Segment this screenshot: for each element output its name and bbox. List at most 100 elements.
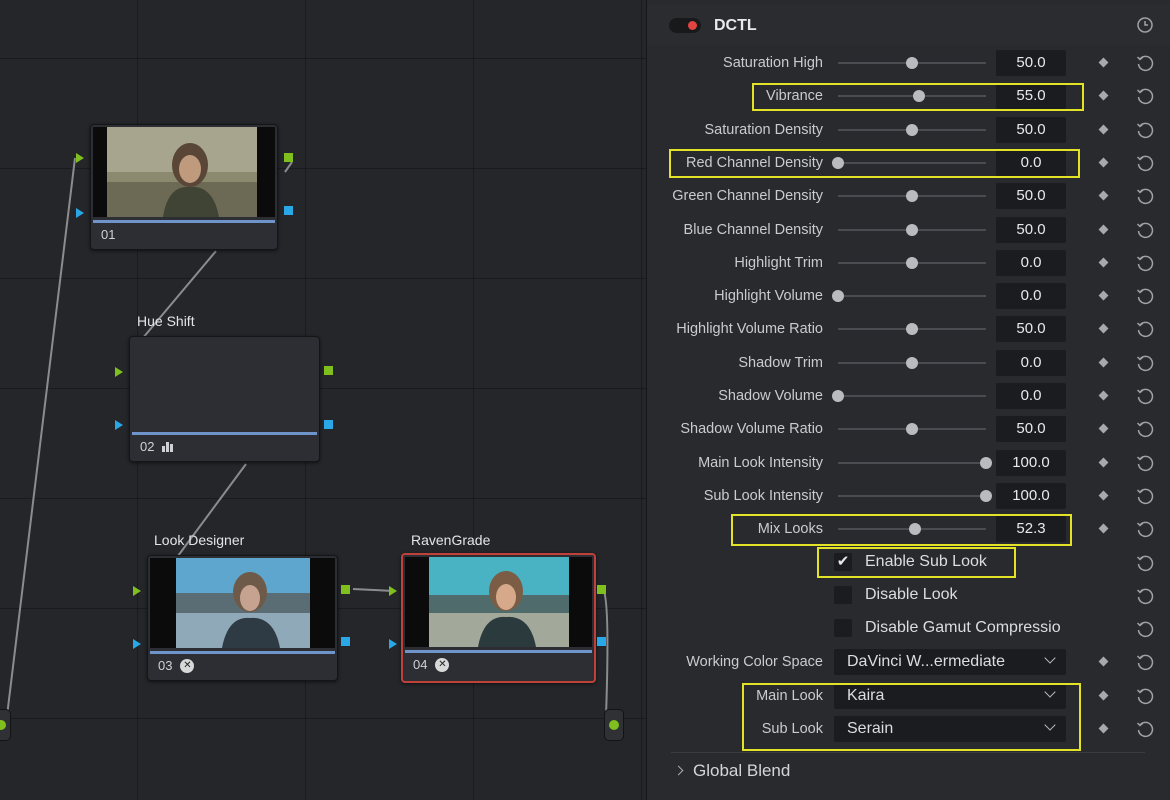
keyframe-diamond-icon[interactable]: [1098, 57, 1109, 68]
param-value-field[interactable]: 50.0: [996, 183, 1066, 210]
param-value-field[interactable]: 55.0: [996, 83, 1066, 110]
slider-knob[interactable]: [906, 256, 918, 269]
keyframe-diamond-icon[interactable]: [1098, 656, 1109, 667]
keyframe-diamond-icon[interactable]: [1098, 423, 1109, 434]
param-slider[interactable]: [838, 461, 986, 464]
param-value-field[interactable]: 50.0: [996, 316, 1066, 343]
reset-icon[interactable]: [1135, 286, 1155, 311]
node-graph[interactable]: 01 Hue Shift 02 Look Designer 03 ✕ Raven…: [0, 0, 646, 800]
dropdown-select[interactable]: DaVinci W...ermediate: [834, 649, 1066, 676]
reset-icon[interactable]: [1135, 419, 1155, 444]
reset-icon[interactable]: [1135, 453, 1155, 478]
checkbox-label[interactable]: Enable Sub Look: [865, 553, 987, 571]
slider-knob[interactable]: [906, 123, 918, 136]
node-04-rgb-output[interactable]: [597, 585, 606, 594]
node-03-rgb-output[interactable]: [341, 585, 350, 594]
reset-icon[interactable]: [1135, 719, 1155, 744]
node-03-alpha-input[interactable]: [133, 639, 141, 649]
param-value-field[interactable]: 52.3: [996, 516, 1066, 543]
slider-knob[interactable]: [906, 190, 918, 203]
enable-toggle[interactable]: [669, 18, 701, 33]
checkbox[interactable]: [834, 619, 852, 638]
param-value-field[interactable]: 50.0: [996, 416, 1066, 443]
keyframe-diamond-icon[interactable]: [1098, 290, 1109, 301]
node-03[interactable]: 03 ✕: [147, 555, 338, 681]
checkbox-label[interactable]: Disable Look: [865, 586, 958, 604]
reset-icon[interactable]: [1135, 53, 1155, 78]
source-input-endpoint[interactable]: [0, 709, 11, 741]
keyframe-diamond-icon[interactable]: [1098, 157, 1109, 168]
checkbox[interactable]: ✔: [834, 552, 852, 571]
param-value-field[interactable]: 0.0: [996, 149, 1066, 176]
node-04-alpha-output[interactable]: [597, 637, 606, 646]
node-02-alpha-output[interactable]: [324, 420, 333, 429]
checkbox-label[interactable]: Disable Gamut Compressio: [865, 619, 1061, 637]
keyframe-diamond-icon[interactable]: [1098, 390, 1109, 401]
reset-icon[interactable]: [1135, 686, 1155, 711]
dropdown-select[interactable]: Serain: [834, 716, 1066, 742]
node-03-alpha-output[interactable]: [341, 637, 350, 646]
slider-knob[interactable]: [980, 489, 992, 502]
param-value-field[interactable]: 0.0: [996, 249, 1066, 276]
keyframe-diamond-icon[interactable]: [1098, 723, 1109, 734]
param-slider[interactable]: [838, 494, 986, 497]
node-02-rgb-input[interactable]: [115, 367, 123, 377]
param-value-field[interactable]: 0.0: [996, 383, 1066, 409]
reset-icon[interactable]: [1135, 619, 1155, 644]
reset-icon[interactable]: [1135, 553, 1155, 578]
node-01[interactable]: 01: [90, 124, 278, 250]
node-02-alpha-input[interactable]: [115, 420, 123, 430]
keyframe-diamond-icon[interactable]: [1098, 490, 1109, 501]
keyframe-diamond-icon[interactable]: [1098, 690, 1109, 701]
keyframe-diamond-icon[interactable]: [1098, 190, 1109, 201]
param-value-field[interactable]: 50.0: [996, 50, 1066, 76]
param-value-field[interactable]: 0.0: [996, 349, 1066, 376]
keyframe-diamond-icon[interactable]: [1098, 457, 1109, 468]
param-slider[interactable]: [838, 95, 986, 98]
keyframe-diamond-icon[interactable]: [1098, 224, 1109, 234]
reset-icon[interactable]: [1135, 652, 1155, 677]
node-01-alpha-input[interactable]: [76, 208, 84, 218]
node-03-rgb-input[interactable]: [133, 586, 141, 596]
dropdown-select[interactable]: Kaira: [834, 682, 1066, 709]
node-01-rgb-output[interactable]: [284, 153, 293, 162]
slider-knob[interactable]: [906, 356, 918, 369]
reset-icon[interactable]: [1135, 120, 1155, 145]
keyframe-diamond-icon[interactable]: [1098, 90, 1109, 101]
slider-knob[interactable]: [913, 90, 926, 103]
param-value-field[interactable]: 0.0: [996, 283, 1066, 310]
param-value-field[interactable]: 100.0: [996, 482, 1066, 509]
reset-icon[interactable]: [1135, 186, 1155, 211]
keyframe-diamond-icon[interactable]: [1098, 357, 1109, 368]
node-01-alpha-output[interactable]: [284, 206, 293, 215]
slider-knob[interactable]: [832, 290, 844, 303]
slider-knob[interactable]: [906, 423, 918, 436]
reset-icon[interactable]: [1135, 86, 1155, 111]
slider-knob[interactable]: [909, 523, 922, 536]
reset-icon[interactable]: [1135, 220, 1155, 245]
keyframe-diamond-icon[interactable]: [1098, 323, 1109, 334]
param-value-field[interactable]: 50.0: [996, 116, 1066, 143]
keyframe-diamond-icon[interactable]: [1098, 257, 1109, 268]
param-value-field[interactable]: 50.0: [996, 216, 1066, 243]
node-04[interactable]: 04 ✕: [401, 553, 596, 683]
node-01-rgb-input[interactable]: [76, 153, 84, 163]
node-02[interactable]: 02: [129, 336, 320, 462]
reset-icon[interactable]: [1135, 153, 1155, 178]
param-value-field[interactable]: 100.0: [996, 449, 1066, 476]
slider-knob[interactable]: [832, 390, 844, 402]
reset-icon[interactable]: [1135, 486, 1155, 511]
reset-icon[interactable]: [1135, 586, 1155, 611]
node-04-alpha-input[interactable]: [389, 639, 397, 649]
node-02-rgb-output[interactable]: [324, 366, 333, 375]
reset-icon[interactable]: [1135, 386, 1155, 411]
reset-icon[interactable]: [1135, 353, 1155, 378]
param-slider[interactable]: [838, 395, 986, 397]
slider-knob[interactable]: [906, 57, 918, 69]
reset-icon[interactable]: [1135, 253, 1155, 278]
reset-all-icon[interactable]: [1135, 15, 1155, 35]
slider-knob[interactable]: [906, 323, 918, 336]
node-04-rgb-input[interactable]: [389, 586, 397, 596]
reset-icon[interactable]: [1135, 319, 1155, 344]
keyframe-diamond-icon[interactable]: [1098, 523, 1109, 534]
